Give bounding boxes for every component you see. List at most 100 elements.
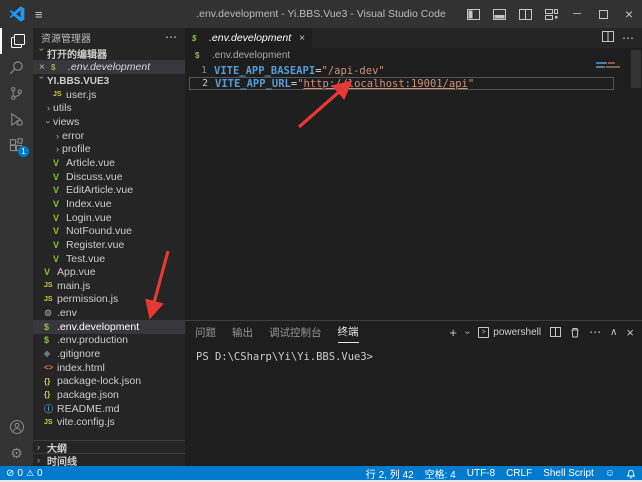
tree-item[interactable]: VDiscuss.vue (33, 170, 185, 184)
cursor-position[interactable]: 行 2, 列 42 (366, 466, 414, 481)
tree-item[interactable]: VNotFound.vue (33, 224, 185, 238)
tree-item[interactable]: {}package-lock.json (33, 374, 185, 388)
code-text: VITE_APP_URL="http://localhost:19001/api… (215, 78, 474, 90)
timeline-section[interactable]: › 时间线 (33, 453, 185, 466)
tree-item[interactable]: ⓘREADME.md (33, 402, 185, 416)
timeline-label: 时间线 (47, 453, 77, 467)
close-panel-icon[interactable]: × (626, 325, 634, 340)
shell-selector[interactable]: > powershell (478, 327, 541, 338)
close-tab-icon[interactable]: × (299, 33, 305, 44)
tree-item[interactable]: VIndex.vue (33, 197, 185, 211)
new-terminal-icon[interactable]: + (449, 325, 457, 340)
sidebar-title: 资源管理器 (41, 30, 91, 45)
tree-folder[interactable]: ›utils (33, 102, 185, 116)
more-actions-icon[interactable]: ⋯ (589, 325, 601, 339)
editor-tab[interactable]: $ .env.development × (185, 28, 312, 48)
language-mode[interactable]: Shell Script (543, 468, 594, 479)
code-editor[interactable]: 1VITE_APP_BASEAPI="/api-dev"2VITE_APP_UR… (185, 62, 642, 320)
terminal-prompt: PS D:\CSharp\Yi\Yi.BBS.Vue3> (196, 351, 373, 363)
minimap[interactable] (596, 62, 626, 70)
tree-item[interactable]: VArticle.vue (33, 156, 185, 170)
breadcrumb[interactable]: $ .env.development (185, 48, 642, 62)
close-quote: " (468, 78, 474, 90)
file-tree: JSuser.js›utils›views›error›profileVArti… (33, 88, 185, 429)
warning-icon: ⚠ (26, 468, 34, 479)
customize-layout-icon[interactable] (538, 0, 564, 28)
source-control-icon[interactable] (0, 80, 33, 106)
panel-tab-bar: 问题输出调试控制台终端 + › > powershell ⋯ ∧ (185, 321, 642, 343)
account-icon[interactable] (0, 414, 33, 440)
chevron-right-icon: › (44, 103, 53, 113)
feedback-icon[interactable]: ☺ (605, 468, 615, 479)
tree-item-label: App.vue (57, 266, 96, 278)
maximize-panel-icon[interactable]: ∧ (610, 327, 617, 338)
tree-item[interactable]: {}package.json (33, 388, 185, 402)
tree-item[interactable]: <>index.html (33, 361, 185, 375)
code-line[interactable]: 2VITE_APP_URL="http://localhost:19001/ap… (189, 77, 614, 90)
outline-section[interactable]: › 大纲 (33, 440, 185, 453)
tree-item[interactable]: ◈.gitignore (33, 347, 185, 361)
code-line[interactable]: 1VITE_APP_BASEAPI="/api-dev" (185, 64, 614, 77)
sidebar-spacer (33, 429, 185, 440)
error-icon: ⊘ (6, 468, 14, 479)
more-actions-icon[interactable]: ⋯ (622, 31, 634, 45)
tree-item[interactable]: JSvite.config.js (33, 415, 185, 429)
tree-item[interactable]: JSuser.js (33, 88, 185, 102)
explorer-icon[interactable] (0, 28, 33, 54)
tree-item[interactable]: $.env.production (33, 334, 185, 348)
indentation[interactable]: 空格: 4 (425, 466, 456, 481)
close-icon[interactable]: × (616, 0, 642, 28)
open-editor-item[interactable]: × $ .env.development (33, 60, 185, 74)
project-section[interactable]: › YI.BBS.VUE3 (33, 74, 185, 88)
tree-folder[interactable]: ›error (33, 129, 185, 143)
notifications-bell-icon[interactable] (626, 468, 636, 479)
terminal-dropdown-icon[interactable]: › (462, 330, 473, 333)
shell-label: powershell (493, 327, 541, 338)
panel-tab[interactable]: 问题 (195, 321, 216, 343)
menu-icon[interactable]: ≡ (35, 7, 43, 22)
panel-tab[interactable]: 终端 (338, 321, 359, 343)
activity-bar: 1 ⚙ (0, 28, 33, 466)
panel-tab[interactable]: 调试控制台 (269, 321, 322, 343)
tree-item[interactable]: VEditArticle.vue (33, 183, 185, 197)
tree-item[interactable]: JSmain.js (33, 279, 185, 293)
js-file-icon: JS (44, 419, 57, 426)
split-terminal-icon[interactable] (550, 327, 561, 337)
env-file-icon: $ (192, 34, 205, 43)
extensions-icon[interactable]: 1 (0, 132, 33, 158)
more-actions-icon[interactable]: ⋯ (165, 30, 177, 44)
tree-item[interactable]: VRegister.vue (33, 238, 185, 252)
tree-item-label: package-lock.json (57, 375, 141, 387)
toggle-panel-icon[interactable] (486, 0, 512, 28)
eol-sequence[interactable]: CRLF (506, 468, 532, 479)
panel-tab[interactable]: 输出 (232, 321, 253, 343)
tree-item[interactable]: ⚙.env (33, 306, 185, 320)
open-editors-section[interactable]: › 打开的编辑器 (33, 46, 185, 60)
vue-file-icon: V (53, 226, 66, 236)
tree-item-label: Article.vue (66, 157, 115, 169)
run-debug-icon[interactable] (0, 106, 33, 132)
encoding[interactable]: UTF-8 (467, 468, 495, 479)
env-file-icon: $ (195, 51, 208, 60)
maximize-icon[interactable] (590, 0, 616, 28)
toggle-secondary-sidebar-icon[interactable] (512, 0, 538, 28)
tree-folder[interactable]: ›profile (33, 143, 185, 157)
terminal-output[interactable]: PS D:\CSharp\Yi\Yi.BBS.Vue3> (185, 343, 642, 363)
tree-item-label: vite.config.js (57, 416, 115, 428)
toggle-sidebar-icon[interactable] (460, 0, 486, 28)
tree-item[interactable]: $.env.development (33, 320, 185, 334)
tree-item[interactable]: VApp.vue (33, 265, 185, 279)
tree-folder[interactable]: ›views (33, 115, 185, 129)
tree-item[interactable]: JSpermission.js (33, 293, 185, 307)
close-editor-icon[interactable]: × (39, 62, 51, 73)
settings-gear-icon[interactable]: ⚙ (0, 440, 33, 466)
tree-item[interactable]: VTest.vue (33, 252, 185, 266)
split-editor-icon[interactable] (602, 31, 614, 45)
search-icon[interactable] (0, 54, 33, 80)
kill-terminal-icon[interactable] (570, 327, 580, 338)
tree-item[interactable]: VLogin.vue (33, 211, 185, 225)
minimize-icon[interactable]: ─ (564, 0, 590, 28)
js-file-icon: JS (53, 91, 66, 98)
editor-scrollbar[interactable] (631, 50, 641, 88)
problems-status[interactable]: ⊘ 0 ⚠ 0 (6, 468, 43, 479)
